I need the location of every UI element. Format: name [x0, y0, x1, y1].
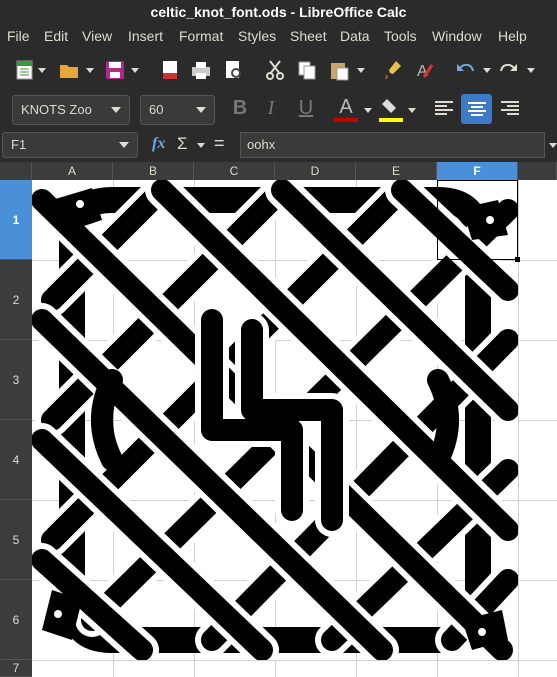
export-pdf-icon[interactable]	[159, 59, 181, 81]
menu-format[interactable]: Format	[179, 28, 223, 44]
copy-icon[interactable]	[296, 59, 318, 81]
cut-icon[interactable]	[264, 59, 286, 81]
name-box[interactable]: F1	[2, 132, 138, 158]
print-preview-icon[interactable]	[222, 59, 244, 81]
row-header-6[interactable]: 6	[0, 580, 32, 660]
chevron-down-icon[interactable]	[527, 68, 535, 74]
column-header-c[interactable]: C	[194, 162, 275, 180]
window-title: celtic_knot_font.ods - LibreOffice Calc	[0, 0, 557, 24]
chevron-down-icon[interactable]	[364, 108, 372, 114]
menu-view[interactable]: View	[82, 28, 112, 44]
menu-help[interactable]: Help	[498, 28, 527, 44]
undo-icon[interactable]	[454, 59, 476, 81]
menu-sheet[interactable]: Sheet	[290, 28, 327, 44]
align-left-icon[interactable]	[433, 98, 455, 120]
formula-input[interactable]: oohx	[240, 132, 545, 158]
chevron-down-icon[interactable]	[111, 107, 121, 113]
chevron-down-icon[interactable]	[38, 68, 46, 74]
font-name-value: KNOTS Zoo	[21, 102, 92, 117]
column-header-a[interactable]: A	[32, 162, 113, 180]
chevron-down-icon[interactable]	[86, 68, 94, 74]
formula-content: oohx	[247, 137, 276, 152]
menu-data[interactable]: Data	[340, 28, 370, 44]
row-header-3[interactable]: 3	[0, 340, 32, 420]
chevron-down-icon[interactable]	[196, 107, 206, 113]
standard-toolbar: A	[0, 48, 557, 92]
row-header-5[interactable]: 5	[0, 500, 32, 580]
gridline	[32, 660, 557, 661]
formula-bar: F1 fx Σ = oohx	[0, 128, 557, 162]
clear-formatting-icon[interactable]: A	[414, 59, 436, 81]
bold-button[interactable]: B	[227, 94, 253, 122]
chevron-down-icon[interactable]	[408, 108, 416, 114]
cell-cursor-f1[interactable]	[437, 180, 518, 260]
highlight-icon[interactable]	[380, 96, 402, 118]
function-wizard-button[interactable]: fx	[152, 135, 165, 153]
formula-button[interactable]: =	[214, 133, 225, 154]
formatting-toolbar: KNOTS Zoo 60 B I U A	[0, 92, 557, 128]
align-center-button[interactable]	[461, 94, 492, 124]
gridline	[518, 180, 519, 677]
font-size-combo[interactable]: 60	[140, 95, 215, 125]
column-header-b[interactable]: B	[113, 162, 194, 180]
font-color-swatch	[334, 118, 358, 122]
column-header-g[interactable]	[518, 162, 557, 180]
menu-file[interactable]: File	[7, 28, 30, 44]
font-color-button[interactable]: A	[333, 93, 359, 121]
chevron-down-icon[interactable]	[197, 143, 205, 149]
italic-button[interactable]: I	[258, 94, 284, 122]
row-header-2[interactable]: 2	[0, 260, 32, 340]
chevron-down-icon[interactable]	[357, 68, 365, 74]
cell-reference: F1	[11, 137, 27, 152]
spreadsheet-grid[interactable]: A B C D E F 1 2 3 4 5 6 7	[0, 162, 557, 677]
sum-button[interactable]: Σ	[177, 134, 188, 154]
chevron-down-icon[interactable]	[483, 68, 491, 74]
underline-button[interactable]: U	[293, 94, 319, 122]
chevron-down-icon[interactable]	[131, 68, 139, 74]
row-header-7[interactable]: 7	[0, 660, 32, 677]
menu-styles[interactable]: Styles	[238, 28, 276, 44]
save-icon[interactable]	[104, 59, 126, 81]
print-icon[interactable]	[190, 59, 212, 81]
font-size-value: 60	[149, 102, 164, 117]
clone-formatting-icon[interactable]	[382, 59, 404, 81]
menu-bar: File Edit View Insert Format Styles Shee…	[0, 24, 557, 48]
menu-tools[interactable]: Tools	[384, 28, 417, 44]
redo-icon[interactable]	[498, 59, 520, 81]
menu-window[interactable]: Window	[432, 28, 482, 44]
expand-formula-bar-icon[interactable]	[549, 143, 557, 149]
align-center-icon	[468, 102, 486, 116]
fill-handle[interactable]	[515, 257, 520, 262]
row-header-1[interactable]: 1	[0, 180, 32, 260]
highlight-color-swatch	[379, 118, 403, 122]
menu-insert[interactable]: Insert	[128, 28, 163, 44]
font-name-combo[interactable]: KNOTS Zoo	[12, 95, 130, 125]
align-right-icon[interactable]	[499, 98, 521, 120]
chevron-down-icon[interactable]	[119, 142, 129, 148]
select-all-corner[interactable]	[0, 162, 32, 180]
column-header-f[interactable]: F	[437, 162, 518, 180]
paste-icon[interactable]	[328, 59, 350, 81]
column-header-e[interactable]: E	[356, 162, 437, 180]
open-folder-icon[interactable]	[58, 59, 80, 81]
menu-edit[interactable]: Edit	[44, 28, 68, 44]
column-header-d[interactable]: D	[275, 162, 356, 180]
row-header-4[interactable]: 4	[0, 420, 32, 500]
new-spreadsheet-icon[interactable]	[14, 59, 36, 81]
